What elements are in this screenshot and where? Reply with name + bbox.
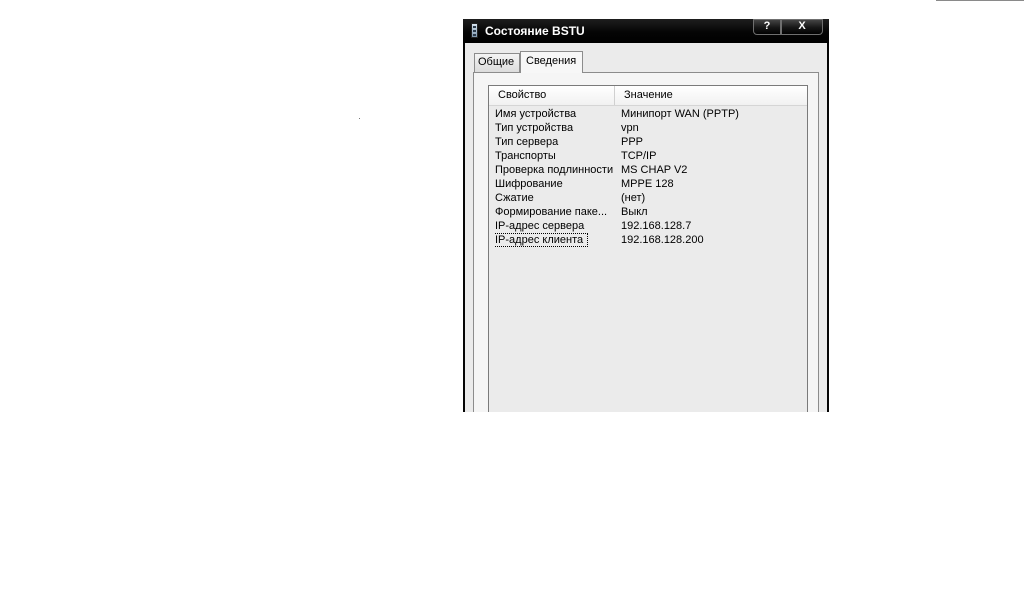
title-bar[interactable]: Состояние BSTU ? X [463,19,829,43]
property-value: 192.168.128.200 [621,234,704,246]
column-header-property[interactable]: Свойство [489,86,615,105]
property-cell: Тип устройства [495,121,613,135]
property-value: PPP [621,136,644,148]
property-name: Тип сервера [495,136,559,148]
details-list[interactable]: Свойство Значение Имя устройства Минипорт… [488,85,808,412]
property-value: vpn [621,122,639,134]
property-name: Сжатие [495,192,534,204]
property-value: Выкл [621,206,648,218]
network-connection-icon [471,23,478,38]
property-cell: IP-адрес сервера [495,219,613,233]
list-item[interactable]: Проверка подлинности MS CHAP V2 [489,163,807,177]
property-cell: IP-адрес клиента [495,233,613,247]
list-header: Свойство Значение [489,86,807,106]
list-item[interactable]: Формирование паке... Выкл [489,205,807,219]
list-item[interactable]: Имя устройства Минипорт WAN (PPTP) [489,107,807,121]
property-cell: Транспорты [495,149,613,163]
corner-line [936,0,1024,1]
tab-details[interactable]: Сведения [520,51,583,73]
property-value: MPPE 128 [621,178,674,190]
property-cell: Тип сервера [495,135,613,149]
property-value: 192.168.128.7 [621,220,692,232]
tab-general[interactable]: Общие [474,53,520,72]
property-value: TCP/IP [621,150,657,162]
property-name: IP-адрес клиента [495,233,589,247]
property-cell: Формирование паке... [495,205,613,219]
list-item[interactable]: Транспорты TCP/IP [489,149,807,163]
list-item[interactable]: IP-адрес сервера 192.168.128.7 [489,219,807,233]
stray-pixel [359,118,360,119]
list-item[interactable]: Шифрование MPPE 128 [489,177,807,191]
property-name: Тип устройства [495,122,574,134]
close-button[interactable]: X [781,19,823,35]
connection-status-dialog: Состояние BSTU ? X Общие Сведения Свойст… [463,19,829,412]
property-name: Имя устройства [495,108,577,120]
property-value: Минипорт WAN (PPTP) [621,108,739,120]
property-cell: Имя устройства [495,107,613,121]
property-name: Транспорты [495,150,556,162]
property-name: Формирование паке... [495,206,608,218]
list-item[interactable]: Тип сервера PPP [489,135,807,149]
dialog-client-area: Общие Сведения Свойство Значение Имя уст… [465,43,827,412]
property-cell: Шифрование [495,177,613,191]
help-button[interactable]: ? [753,19,781,35]
property-name: Проверка подлинности [495,164,613,176]
property-value: (нет) [621,192,646,204]
property-cell: Проверка подлинности [495,163,613,177]
property-cell: Сжатие [495,191,613,205]
list-item[interactable]: Тип устройства vpn [489,121,807,135]
column-header-value[interactable]: Значение [616,86,807,105]
list-item[interactable]: Сжатие (нет) [489,191,807,205]
list-item[interactable]: IP-адрес клиента 192.168.128.200 [489,233,807,247]
details-tab-panel: Свойство Значение Имя устройства Минипорт… [473,72,819,412]
list-rows: Имя устройства Минипорт WAN (PPTP) Тип уст… [489,107,807,247]
property-name: Шифрование [495,178,563,190]
property-name: IP-адрес сервера [495,220,585,232]
window-title: Состояние BSTU [485,24,585,38]
property-value: MS CHAP V2 [621,164,688,176]
